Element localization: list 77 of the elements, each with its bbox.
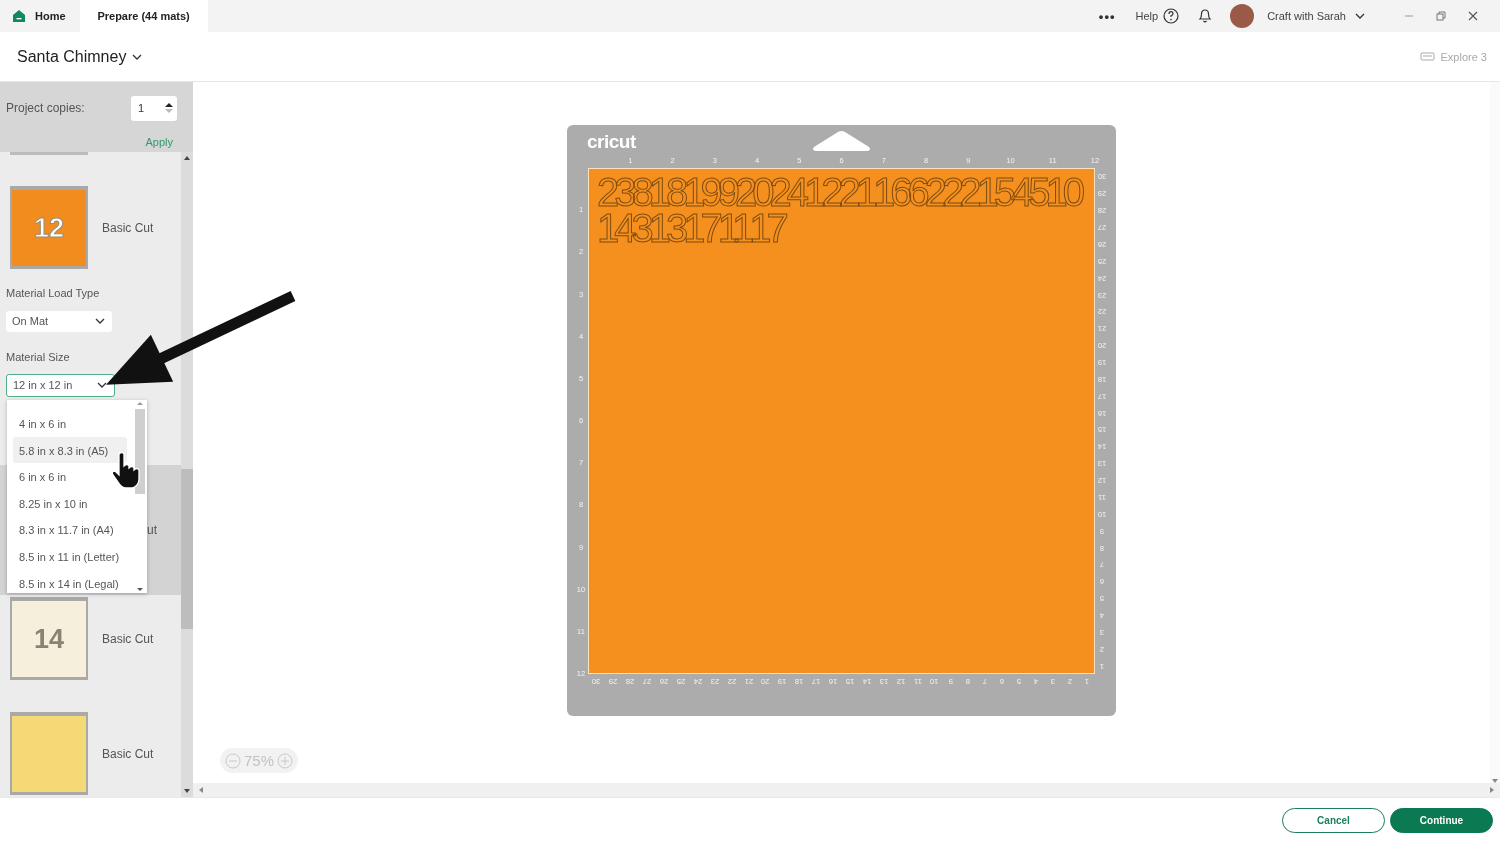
mat-card[interactable]: 12 Basic Cut	[0, 170, 181, 285]
mat-number: 12	[33, 212, 64, 244]
mat-notch	[811, 130, 872, 153]
copies-label: Project copies:	[6, 101, 86, 115]
dropdown-option[interactable]: 8.5 in x 14 in (Legal)	[7, 569, 135, 597]
cancel-button[interactable]: Cancel	[1282, 808, 1385, 833]
cut-number[interactable]: 19	[683, 174, 718, 210]
cut-number[interactable]: 4	[1011, 174, 1029, 210]
cut-number[interactable]: 18	[648, 174, 684, 210]
dropdown-option[interactable]: 8.25 in x 10 in	[7, 489, 135, 517]
cut-number[interactable]: 20	[735, 174, 770, 210]
close-icon[interactable]	[1468, 11, 1478, 21]
scroll-down-icon[interactable]	[184, 789, 190, 793]
cut-number[interactable]: 5	[1028, 174, 1046, 210]
mat-label: ut	[147, 523, 157, 537]
cut-number[interactable]: 13	[648, 210, 684, 246]
mat-card[interactable]: 14 Basic Cut	[0, 595, 181, 695]
cut-number[interactable]: 6	[907, 174, 925, 210]
copies-field[interactable]: 1	[131, 95, 177, 121]
bell-icon[interactable]	[1197, 8, 1214, 24]
scrollbar-thumb[interactable]	[135, 409, 145, 494]
scroll-down-icon[interactable]	[137, 588, 143, 591]
machine-name: Explore 3	[1440, 50, 1487, 63]
cut-number[interactable]: 22	[924, 174, 960, 210]
size-select[interactable]: 12 in x 12 in	[6, 373, 115, 397]
account-menu[interactable]: Craft with Sarah	[1267, 10, 1366, 22]
load-type-select[interactable]: On Mat	[6, 311, 112, 332]
mat-thumbnail[interactable]	[10, 712, 88, 795]
cut-number[interactable]: 23	[597, 174, 632, 210]
cut-number[interactable]: 15	[976, 174, 1011, 210]
apply-link[interactable]: Apply	[145, 135, 173, 148]
tab[interactable]: Prepare (44 mats)	[79, 0, 208, 32]
scrollbar-thumb[interactable]	[181, 469, 193, 629]
cut-number[interactable]: 12	[804, 174, 839, 210]
scroll-right-icon[interactable]	[1490, 787, 1494, 793]
cut-number[interactable]: 21	[838, 174, 873, 210]
scroll-up-icon[interactable]	[184, 156, 190, 160]
cut-number[interactable]: 2	[959, 174, 977, 210]
machine-icon	[1419, 51, 1435, 62]
copies-value: 1	[138, 102, 145, 114]
scroll-left-icon[interactable]	[199, 787, 203, 793]
more-button[interactable]: •••	[1098, 8, 1116, 24]
cut-number[interactable]: 17	[683, 210, 718, 246]
dropdown-option[interactable]: 4 in x 6 in	[7, 410, 135, 437]
cut-number[interactable]: 24	[769, 174, 804, 210]
continue-button[interactable]: Continue	[1390, 808, 1493, 833]
avatar[interactable]	[1230, 4, 1255, 28]
hand-pointer-icon	[111, 451, 140, 489]
cut-number[interactable]: 10	[1045, 174, 1080, 210]
restore-icon[interactable]	[1436, 11, 1446, 21]
stepper-icon[interactable]	[165, 103, 173, 113]
help-icon	[1163, 8, 1180, 24]
dropdown-option[interactable]: 8.3 in x 11.7 in (A4)	[7, 516, 135, 543]
dropdown-option[interactable]: 5.8 in x 8.3 in (A5)	[13, 436, 127, 464]
field-label: Material Size	[6, 349, 70, 365]
mat-label: Basic Cut	[102, 220, 154, 235]
cut-number[interactable]: 14	[597, 210, 632, 246]
project-title[interactable]: Santa Chimney	[17, 47, 144, 66]
dropdown-option[interactable]: 8.5 in x 11 in (Letter)	[7, 542, 135, 570]
home-icon	[12, 9, 26, 23]
cut-number[interactable]: 8	[631, 174, 649, 210]
cut-number[interactable]: 16	[873, 174, 908, 210]
cut-number[interactable]: 1	[749, 210, 767, 246]
mat-label: Basic Cut	[102, 632, 154, 646]
tab[interactable]: Home	[0, 0, 80, 32]
mat-number: 14	[33, 623, 64, 655]
cut-number[interactable]: 11	[717, 210, 750, 246]
mat-thumbnail[interactable]: 14	[10, 597, 88, 680]
cut-number[interactable]: 3	[631, 210, 649, 246]
cut-number[interactable]: 7	[766, 210, 784, 246]
brand-logo: cricut	[587, 131, 636, 153]
help-button[interactable]: Help	[1135, 8, 1180, 24]
mat-card[interactable]: Basic Cut	[0, 695, 181, 797]
cut-number[interactable]: 9	[717, 174, 735, 210]
mat-thumbnail[interactable]: 12	[10, 186, 88, 269]
field-label: Material Load Type	[6, 286, 100, 301]
mat-label: Basic Cut	[102, 747, 154, 761]
